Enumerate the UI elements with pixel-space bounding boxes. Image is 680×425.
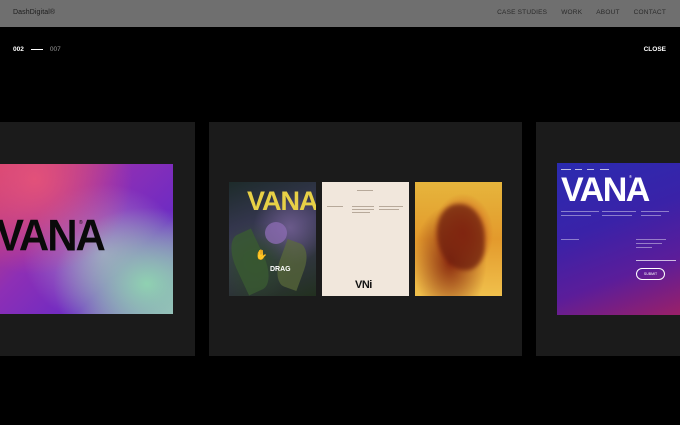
- close-button[interactable]: CLOSE: [644, 46, 666, 53]
- mockup-nav-item: [575, 169, 582, 170]
- top-navigation-bar: DashDigital® CASE STUDIES WORK ABOUT CON…: [0, 0, 680, 27]
- mockup-text-line: [641, 215, 661, 216]
- mockup-nav-item: [600, 169, 609, 170]
- gallery-slide-3[interactable]: VANA ® SUBMIT: [536, 122, 680, 356]
- nav-case-studies[interactable]: CASE STUDIES: [497, 9, 547, 16]
- mockup-text-line: [561, 211, 599, 212]
- nav-contact[interactable]: CONTACT: [634, 9, 666, 16]
- mockup-text-line: [602, 215, 632, 216]
- mockup-text-line: [636, 239, 666, 240]
- poster-wordmark: VANA: [247, 186, 316, 216]
- registered-mark: ®: [79, 220, 83, 226]
- mockup-text-line: [561, 239, 579, 240]
- mockup-submit-button: SUBMIT: [636, 268, 665, 280]
- letter-text-line: [357, 190, 373, 191]
- vana-website-mockup: VANA ® SUBMIT: [557, 163, 680, 315]
- mockup-registered-mark: ®: [629, 174, 632, 179]
- portrait-photo: [415, 182, 502, 296]
- drag-hand-icon[interactable]: ✋: [255, 250, 267, 261]
- vni-monogram: VNi: [355, 279, 372, 291]
- gallery-slide-1[interactable]: VANA ®: [0, 122, 195, 356]
- gallery-slide-2[interactable]: VANA ✋ DRAG VNi: [209, 122, 522, 356]
- letter-text-line: [379, 206, 403, 207]
- counter-divider: [30, 49, 43, 50]
- mockup-wordmark: VANA: [561, 171, 650, 209]
- vana-gradient-image: VANA ®: [0, 164, 173, 314]
- nav-work[interactable]: WORK: [561, 9, 582, 16]
- nav-about[interactable]: ABOUT: [596, 9, 619, 16]
- stationery-letter-image: VNi: [322, 182, 409, 296]
- brand-logo[interactable]: DashDigital®: [13, 9, 55, 16]
- leaf-shape: [271, 238, 313, 292]
- letter-text-line: [327, 206, 343, 207]
- mockup-nav-item: [587, 169, 594, 170]
- mockup-text-line: [636, 247, 652, 248]
- mockup-text-line: [602, 211, 636, 212]
- counter-total: 007: [49, 46, 61, 53]
- counter-current: 002: [13, 46, 24, 53]
- letter-text-line: [352, 212, 370, 213]
- slide-counter: 002 007: [13, 46, 61, 53]
- mockup-text-line: [636, 243, 662, 244]
- letter-text-line: [352, 209, 374, 210]
- drag-cursor-label[interactable]: DRAG: [270, 266, 291, 273]
- flower-shape: [265, 222, 287, 244]
- mockup-input-underline: [636, 260, 676, 261]
- vana-poster-image: VANA ✋ DRAG: [229, 182, 316, 296]
- letter-text-line: [352, 206, 374, 207]
- mockup-text-line: [641, 211, 669, 212]
- figure-shape: [437, 204, 485, 270]
- letter-text-line: [379, 209, 399, 210]
- mockup-text-line: [561, 215, 591, 216]
- main-nav: CASE STUDIES WORK ABOUT CONTACT: [497, 9, 666, 16]
- mockup-nav-item: [561, 169, 571, 170]
- vana-wordmark: VANA: [0, 210, 106, 261]
